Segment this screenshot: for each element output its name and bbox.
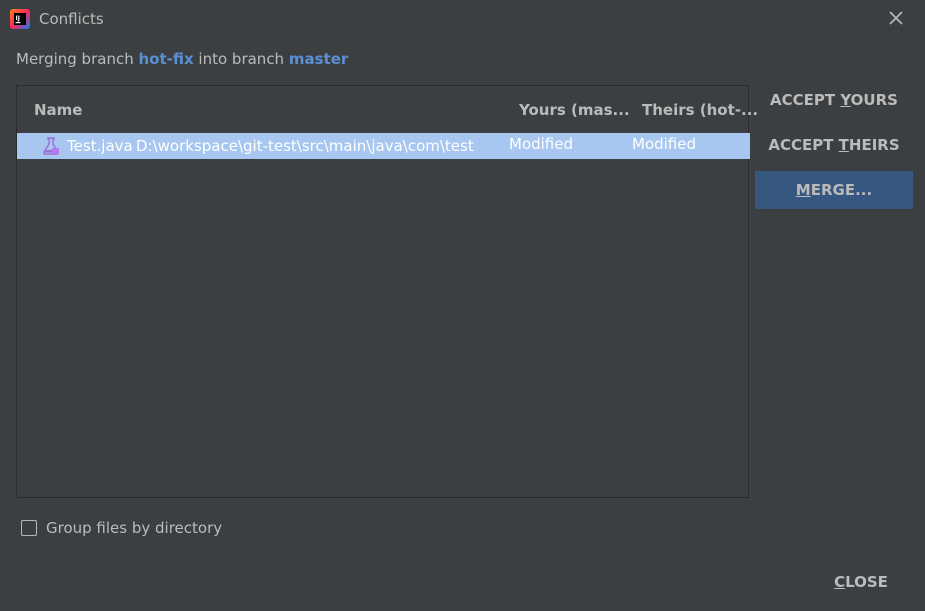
accept-theirs-label-end: HEIRS: [848, 136, 900, 154]
merge-description: Merging branch hot-fix into branch maste…: [16, 50, 348, 68]
conflicts-table[interactable]: Name Yours (mas... Theirs (hot-... Test.…: [16, 85, 758, 498]
file-path: D:\workspace\git-test\src\main\java\com\…: [136, 137, 474, 155]
merge-mnemonic: M: [795, 181, 811, 199]
close-mnemonic: C: [834, 573, 846, 591]
merge-prefix: Merging branch: [16, 50, 139, 68]
close-label-end: LOSE: [845, 573, 888, 591]
group-by-directory-label: Group files by directory: [46, 519, 223, 537]
accept-yours-label-start: ACCEPT: [770, 91, 841, 109]
accept-theirs-mnemonic: T: [838, 136, 849, 154]
merge-middle: into branch: [193, 50, 289, 68]
theirs-status: Modified: [632, 135, 697, 153]
column-header-name[interactable]: Name: [34, 101, 82, 119]
intellij-idea-icon: IJ: [10, 9, 30, 29]
accept-theirs-button[interactable]: ACCEPT THEIRS: [755, 126, 913, 164]
column-header-yours[interactable]: Yours (mas...: [519, 101, 630, 119]
merge-button[interactable]: MERGE...: [755, 171, 913, 209]
target-branch: master: [288, 50, 349, 68]
title-bar: IJ Conflicts: [0, 0, 925, 38]
close-button[interactable]: CLOSE: [820, 566, 902, 598]
merge-label-end: ERGE...: [810, 181, 873, 199]
accept-yours-label-end: OURS: [850, 91, 898, 109]
accept-yours-button[interactable]: ACCEPT YOURS: [755, 81, 913, 119]
window-title: Conflicts: [39, 10, 104, 28]
table-header: Name Yours (mas... Theirs (hot-...: [17, 86, 758, 132]
file-name: Test.java: [67, 137, 133, 155]
column-header-theirs[interactable]: Theirs (hot-...: [642, 101, 758, 119]
group-by-directory-checkbox[interactable]: [21, 520, 37, 536]
svg-text:IJ: IJ: [16, 15, 20, 22]
source-branch: hot-fix: [138, 50, 194, 68]
accept-yours-mnemonic: Y: [840, 91, 851, 109]
java-file-icon: [43, 137, 59, 155]
close-icon[interactable]: [887, 9, 905, 27]
accept-theirs-label-start: ACCEPT: [768, 136, 839, 154]
yours-status: Modified: [509, 135, 574, 153]
table-row[interactable]: Test.java D:\workspace\git-test\src\main…: [17, 133, 750, 159]
